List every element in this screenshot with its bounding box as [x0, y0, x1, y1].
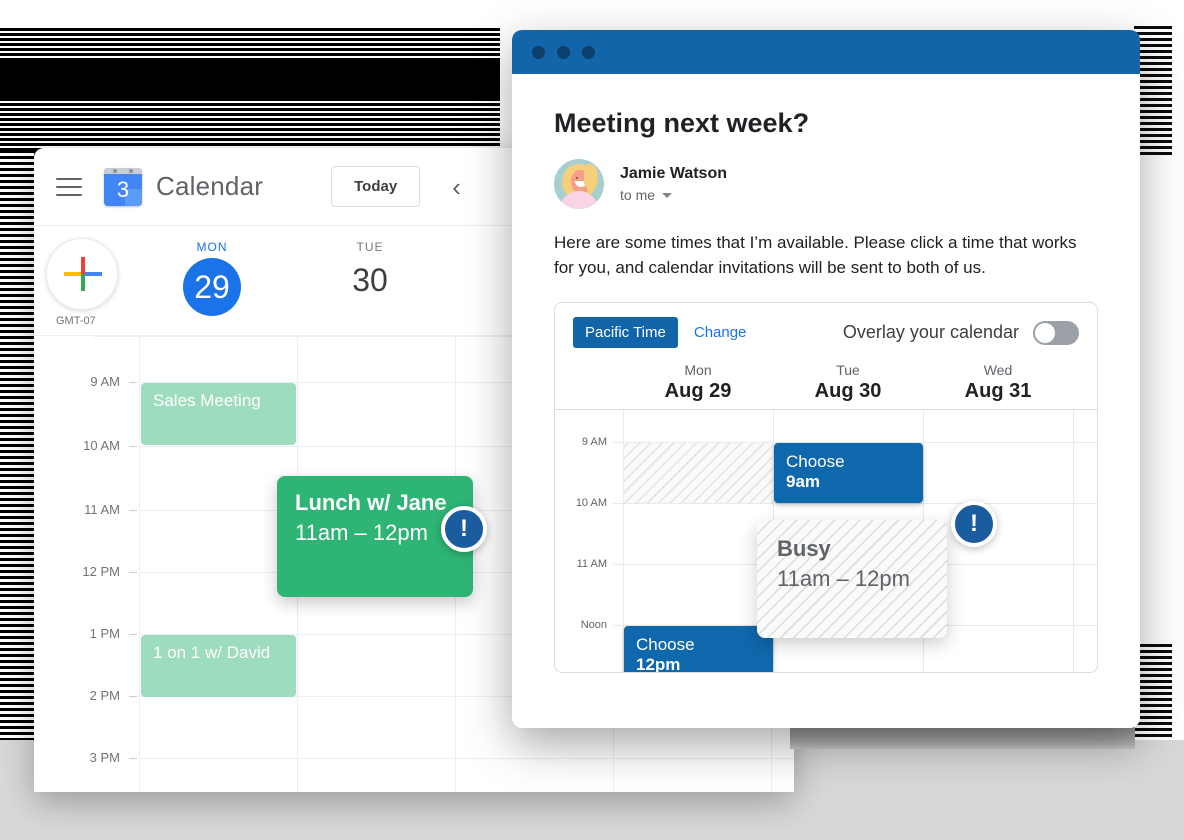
- chevron-down-icon: [662, 192, 673, 198]
- background-artifact-band-upper: [0, 60, 500, 100]
- overlay-calendar-label: Overlay your calendar: [842, 322, 1019, 343]
- busy-conflict-card[interactable]: Busy 11am – 12pm: [757, 520, 947, 639]
- day-number-label: 29: [183, 258, 241, 316]
- email-titlebar: [512, 30, 1140, 74]
- grid-hline: [613, 503, 1097, 505]
- email-sender-row: Jamie Watson to me: [554, 159, 1098, 209]
- day-of-week-label: TUE: [356, 240, 384, 254]
- scheduling-widget: Pacific Time Change Overlay your calenda…: [554, 302, 1098, 674]
- choose-slot-mon-12pm[interactable]: Choose 12pm: [624, 626, 773, 673]
- today-button[interactable]: Today: [331, 166, 421, 207]
- calendar-event-1on1-with-david[interactable]: 1 on 1 w/ David: [141, 635, 296, 697]
- email-message-text: Here are some times that I’m available. …: [554, 233, 1077, 277]
- maximize-dot-icon[interactable]: [582, 45, 595, 59]
- create-event-button[interactable]: [46, 238, 118, 310]
- email-window: Meeting next week? Jamie Watson to me He…: [512, 30, 1140, 728]
- time-label: 3 PM: [89, 750, 120, 765]
- busy-hatch-block: [624, 443, 773, 504]
- toggle-knob: [1035, 322, 1055, 343]
- time-label: 10 AM: [83, 438, 120, 453]
- time-label: 11 AM: [84, 502, 120, 517]
- background-artifact-left-edge: [0, 150, 34, 790]
- time-label: 10 AM: [575, 497, 607, 510]
- avatar: [554, 159, 604, 209]
- calendar-app-title: Calendar: [156, 171, 264, 201]
- plus-icon: [47, 239, 117, 309]
- time-label: Noon: [580, 619, 607, 632]
- scheduler-day-mon: Mon Aug 29: [623, 362, 773, 403]
- close-dot-icon[interactable]: [532, 45, 545, 59]
- scheduler-time-grid: 9 AM 10 AM 11 AM Noon 1 PM Choose 9am Ch…: [555, 410, 1097, 673]
- choose-action-label: Choose: [786, 452, 845, 472]
- calendar-conflict-alert-badge[interactable]: !: [441, 506, 487, 552]
- scheduler-toolbar: Pacific Time Change Overlay your calenda…: [555, 303, 1097, 358]
- overlay-calendar-control: Overlay your calendar: [842, 320, 1079, 345]
- event-title: Lunch w/ Jane: [295, 490, 447, 515]
- email-body: Meeting next week? Jamie Watson to me He…: [512, 74, 1140, 674]
- hamburger-menu-icon[interactable]: [56, 177, 82, 196]
- day-number-label: 30: [352, 262, 388, 298]
- scheduler-day-wed: Wed Aug 31: [923, 362, 1073, 403]
- time-label: 12 PM: [82, 564, 120, 579]
- time-label: 11 AM: [576, 558, 607, 571]
- window-shadow-band: [790, 727, 1135, 749]
- choose-action-label: Choose: [636, 635, 695, 655]
- choose-slot-tue-9am[interactable]: Choose 9am: [774, 443, 923, 504]
- calendar-day-column-mon[interactable]: MON 29: [147, 240, 277, 316]
- scheduler-conflict-alert-badge[interactable]: !: [951, 501, 997, 547]
- day-date-label: Aug 30: [814, 380, 882, 403]
- minimize-dot-icon[interactable]: [557, 45, 570, 59]
- grid-vline: [139, 336, 140, 792]
- busy-label: Busy: [777, 536, 831, 562]
- scheduler-day-tue: Tue Aug 30: [773, 362, 923, 403]
- event-title: Sales Meeting: [153, 391, 261, 410]
- scheduler-day-headers: Mon Aug 29 Tue Aug 30 Wed Aug 31: [555, 358, 1097, 411]
- day-of-week-label: Mon: [684, 362, 712, 379]
- day-of-week-label: Wed: [983, 362, 1013, 379]
- day-date-label: Aug 31: [964, 380, 1032, 403]
- grid-vline: [1073, 410, 1074, 673]
- time-label: 9 AM: [90, 374, 120, 389]
- day-of-week-label: Tue: [836, 362, 860, 379]
- email-subject: Meeting next week?: [554, 108, 810, 138]
- recipient-dropdown[interactable]: to me: [620, 187, 727, 203]
- sender-name: Jamie Watson: [620, 165, 727, 182]
- event-time: 11am – 12pm: [295, 520, 428, 546]
- overlay-calendar-toggle[interactable]: [1033, 320, 1079, 345]
- calendar-day-column-tue[interactable]: TUE 30: [305, 240, 435, 299]
- calendar-event-sales-meeting[interactable]: Sales Meeting: [141, 383, 296, 445]
- timezone-pill[interactable]: Pacific Time: [573, 317, 678, 349]
- time-label: 2 PM: [89, 688, 120, 703]
- calendar-icon-day-number: 3: [116, 176, 130, 202]
- recipient-label: to me: [620, 187, 656, 203]
- day-of-week-label: MON: [196, 240, 228, 254]
- google-calendar-icon: 3: [104, 167, 142, 206]
- event-title: 1 on 1 w/ David: [153, 643, 271, 662]
- grid-hline: [139, 758, 794, 759]
- choose-time-label: 12pm: [636, 654, 681, 673]
- busy-time: 11am – 12pm: [777, 566, 910, 592]
- change-timezone-link[interactable]: Change: [694, 324, 747, 341]
- day-date-label: Aug 29: [664, 380, 732, 403]
- chevron-left-icon[interactable]: ‹: [452, 174, 461, 200]
- timezone-label: GMT-07: [56, 315, 96, 327]
- background-left-footer: [0, 790, 800, 840]
- time-label: 9 AM: [581, 436, 607, 449]
- choose-time-label: 9am: [786, 471, 821, 491]
- time-label: 1 PM: [89, 626, 120, 641]
